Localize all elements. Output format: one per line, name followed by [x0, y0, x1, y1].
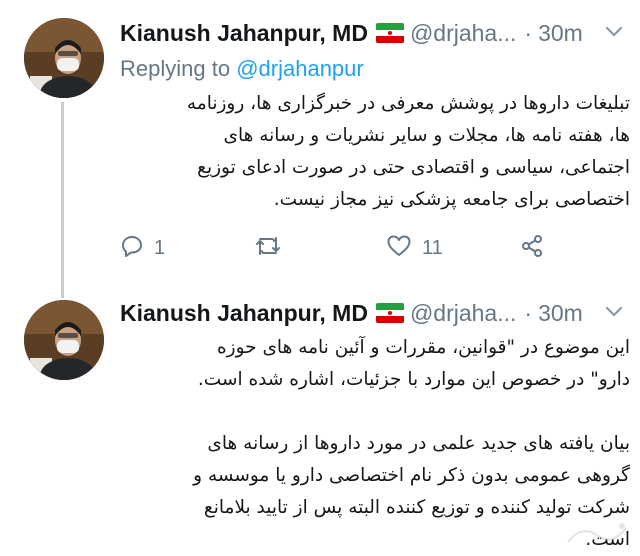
share-button[interactable] [520, 228, 544, 268]
tweet-2[interactable]: Kianush Jahanpur, MD @drjaha... · 30m ای… [0, 296, 640, 556]
iran-flag-icon [375, 23, 404, 43]
tweet-line: این موضوع در "قوانین، مقررات و آئین نامه… [216, 337, 630, 358]
author-handle[interactable]: @drjaha... [410, 300, 516, 327]
tweet-text: این موضوع در "قوانین، مقررات و آئین نامه… [108, 332, 630, 556]
heart-icon [386, 234, 412, 263]
watermark-logo [562, 518, 632, 550]
author-handle[interactable]: @drjaha... [410, 20, 516, 47]
tweet-header: Kianush Jahanpur, MD @drjaha... · 30m [120, 296, 583, 330]
replying-to-label: Replying to [120, 56, 231, 81]
reply-count: 1 [154, 236, 166, 259]
tweet-text: تبلیغات داروها در پوشش معرفی در خبرگزاری… [108, 88, 630, 216]
author-name[interactable]: Kianush Jahanpur, MD [120, 300, 368, 327]
tweet-actions: 1 11 [120, 228, 550, 268]
tweet-header: Kianush Jahanpur, MD @drjaha... · 30m [120, 16, 583, 50]
reply-button[interactable]: 1 [120, 228, 165, 268]
avatar[interactable] [24, 300, 104, 380]
tweet-line: است. [585, 529, 630, 550]
like-button[interactable]: 11 [386, 228, 443, 268]
iran-flag-icon [375, 303, 404, 323]
chevron-down-icon[interactable] [604, 22, 624, 45]
tweet-line: اجتماعی، سیاسی و اقتصادی حتی در صورت ادع… [197, 157, 630, 178]
chevron-down-icon[interactable] [604, 302, 624, 325]
like-count: 11 [422, 236, 443, 259]
tweet-line: بیان یافته های جدید علمی در مورد داروها … [207, 433, 630, 454]
retweet-icon [254, 234, 282, 263]
separator-dot: · [524, 19, 533, 46]
timestamp[interactable]: 30m [538, 300, 583, 327]
author-name[interactable]: Kianush Jahanpur, MD [120, 20, 368, 47]
tweet-line: ها، هفته نامه ها، مجلات و سایر نشریات و … [223, 125, 630, 146]
reply-icon [120, 234, 144, 263]
tweet-line: تبلیغات داروها در پوشش معرفی در خبرگزاری… [186, 93, 630, 114]
share-icon [520, 234, 544, 263]
reply-mention-link[interactable]: @drjahanpur [236, 56, 364, 81]
tweet-line: اختصاصی برای جامعه پزشکی نیز مجاز نیست. [273, 189, 630, 210]
tweet-1[interactable]: Kianush Jahanpur, MD @drjaha... · 30m Re… [0, 0, 640, 300]
tweet-line: گروهی عمومی بدون ذکر نام اختصاصی دارو یا… [193, 465, 630, 486]
avatar[interactable] [24, 18, 104, 98]
tweet-line: شرکت تولید کننده و توزیع کننده البته پس … [203, 497, 630, 518]
replying-to: Replying to @drjahanpur [120, 56, 364, 82]
tweet-line: دارو" در خصوص این موارد با جزئیات، اشاره… [197, 369, 630, 390]
retweet-button[interactable] [254, 228, 292, 268]
timestamp[interactable]: 30m [538, 20, 583, 47]
separator-dot: · [524, 299, 533, 326]
